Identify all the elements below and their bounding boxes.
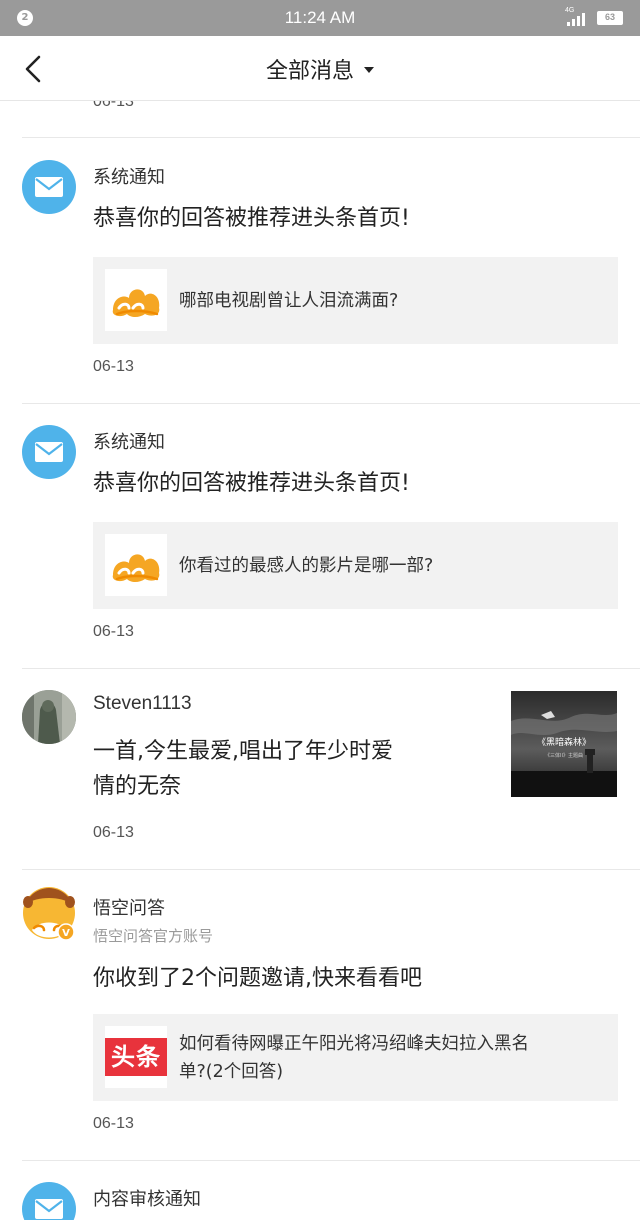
user-avatar[interactable] — [22, 690, 76, 744]
toutiao-logo-icon: 头条 — [105, 1038, 167, 1076]
mail-icon — [35, 442, 63, 462]
back-button[interactable] — [14, 50, 52, 88]
mail-avatar — [22, 425, 76, 479]
message-date: 06-13 — [93, 623, 134, 640]
preview-image[interactable]: 《黑暗森林》 《三体II》主题曲 — [511, 691, 617, 797]
wukong-logo-icon — [112, 289, 160, 317]
message-item[interactable]: V 悟空问答 悟空问答官方账号 你收到了2个问题邀请,快来看看吧 头条 如何看待… — [0, 869, 640, 1161]
message-content-line: 情的无奈 — [93, 774, 182, 799]
nav-bar: 全部消息 — [0, 36, 640, 101]
caret-down-icon — [364, 66, 374, 73]
user-photo-avatar — [22, 690, 76, 744]
message-content: 一首,今生最爱,唱出了年少时爱 情的无奈 — [93, 734, 393, 804]
sender-name: 内容审核通知 — [93, 1189, 201, 1210]
message-content-line: 一首,今生最爱,唱出了年少时爱 — [93, 739, 393, 764]
album-cover-image: 《黑暗森林》 《三体II》主题曲 — [511, 691, 617, 797]
message-content: 你收到了2个问题邀请,快来看看吧 — [93, 966, 422, 991]
card-thumbnail — [105, 269, 167, 331]
wukong-avatar: V — [23, 887, 75, 941]
message-item[interactable]: 内容审核通知 — [0, 1160, 640, 1220]
message-date: 06-13 — [93, 358, 134, 375]
sender-name: 悟空问答 — [93, 898, 165, 919]
question-card[interactable]: 哪部电视剧曾让人泪流满面? — [93, 257, 618, 344]
signal-icon: 4G — [565, 7, 591, 26]
official-avatar[interactable]: V — [22, 886, 76, 941]
mail-icon — [35, 177, 63, 197]
svg-text:V: V — [62, 928, 70, 939]
message-item[interactable]: Steven1113 一首,今生最爱,唱出了年少时爱 情的无奈 《黑暗森林》 《… — [0, 668, 640, 870]
status-bar: 2 11:24 AM 4G 63 — [0, 0, 640, 36]
card-thumbnail: 头条 — [105, 1026, 167, 1088]
album-subtitle: 《三体II》主题曲 — [545, 752, 583, 759]
page-title: 全部消息 — [265, 58, 354, 84]
sender-name: 系统通知 — [93, 167, 165, 188]
message-date: 06-13 — [93, 101, 134, 110]
chevron-left-icon — [25, 55, 41, 83]
mail-icon — [35, 1199, 63, 1219]
question-card[interactable]: 你看过的最感人的影片是哪一部? — [93, 522, 618, 609]
card-text: 哪部电视剧曾让人泪流满面? — [179, 290, 399, 311]
sender-name: Steven1113 — [93, 693, 192, 714]
card-text-line: 如何看待网曝正午阳光将冯绍峰夫妇拉入黑名 — [179, 1033, 529, 1054]
message-date: 06-13 — [93, 824, 134, 841]
wukong-logo-icon — [112, 554, 160, 582]
sender-subtitle: 悟空问答官方账号 — [93, 927, 214, 945]
title-dropdown[interactable]: 全部消息 — [0, 36, 640, 101]
message-content: 恭喜你的回答被推荐进头条首页! — [93, 471, 410, 496]
message-item[interactable]: 系统通知 恭喜你的回答被推荐进头条首页! 你看过的最感人的影片是哪一部? 06-… — [0, 403, 640, 669]
sender-name: 系统通知 — [93, 432, 165, 453]
album-title: 《黑暗森林》 — [537, 736, 591, 748]
question-card[interactable]: 头条 如何看待网曝正午阳光将冯绍峰夫妇拉入黑名 单?(2个回答) — [93, 1014, 618, 1101]
status-time: 11:24 AM — [284, 8, 356, 27]
mail-avatar — [22, 160, 76, 214]
card-text-line: 单?(2个回答) — [179, 1061, 284, 1082]
message-content: 恭喜你的回答被推荐进头条首页! — [93, 206, 410, 231]
status-indicators: 4G 63 — [565, 7, 623, 27]
battery-icon: 63 — [597, 11, 623, 25]
message-item[interactable]: 系统通知 恭喜你的回答被推荐进头条首页! 哪部电视剧曾让人泪流满面? 06-13 — [0, 138, 640, 404]
message-date: 06-13 — [93, 1115, 134, 1132]
card-text: 如何看待网曝正午阳光将冯绍峰夫妇拉入黑名 单?(2个回答) — [179, 1014, 602, 1101]
card-thumbnail — [105, 534, 167, 596]
mail-avatar — [22, 1182, 76, 1220]
card-text: 你看过的最感人的影片是哪一部? — [179, 555, 434, 576]
message-list[interactable]: 06-13 系统通知 恭喜你的回答被推荐进头条首页! 哪部电视剧曾让人泪流满面?… — [0, 101, 640, 1220]
